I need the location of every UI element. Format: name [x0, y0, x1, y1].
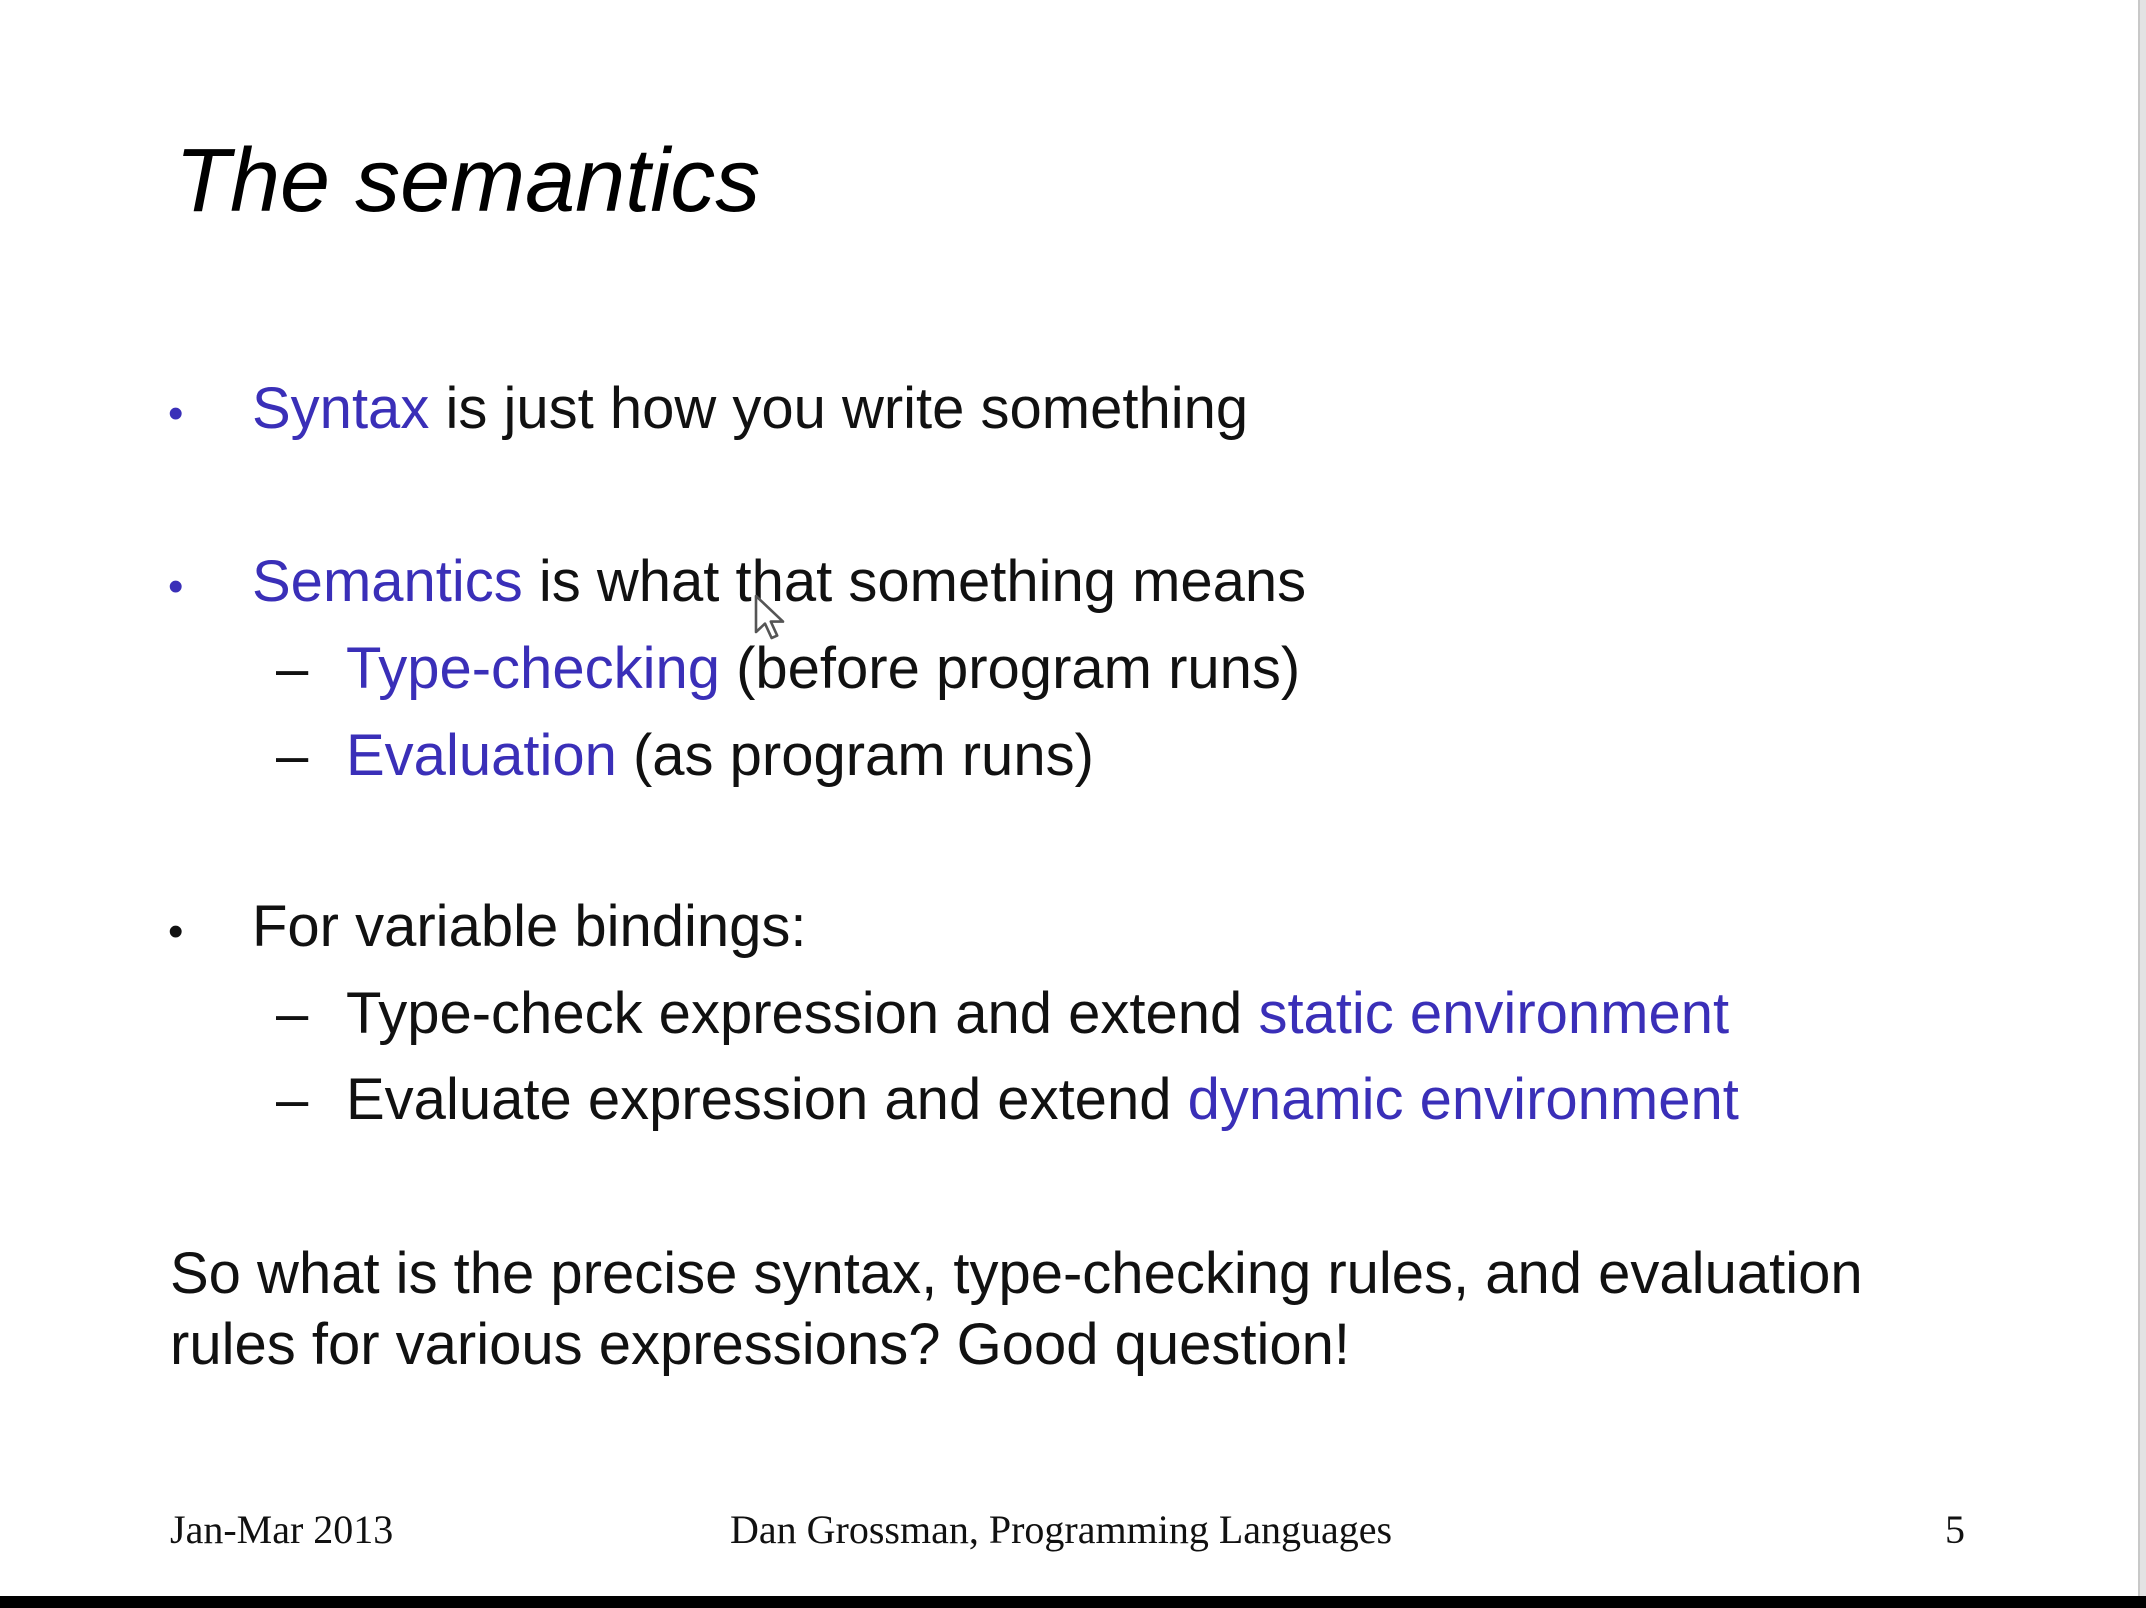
subitem-static-environment-text: Type-check expression and extend	[346, 981, 1259, 1046]
slide: The semantics • Syntax is just how you w…	[0, 0, 2146, 1596]
footer-course: Dan Grossman, Programming Languages	[730, 1507, 1393, 1552]
subitem-evaluation: Evaluation (as program runs)	[346, 727, 1094, 785]
subitem-type-checking: Type-checking (before program runs)	[346, 640, 1300, 698]
closing-line-2: rules for various expressions? Good ques…	[170, 1312, 1350, 1377]
sub-bullet-dash: –	[276, 636, 309, 701]
subitem-dynamic-environment-text: Evaluate expression and extend	[346, 1067, 1188, 1132]
slide-right-border	[2138, 0, 2146, 1596]
subitem-evaluation-text: (as program runs)	[616, 723, 1094, 788]
term-dynamic-environment: dynamic environment	[1187, 1067, 1739, 1132]
closing-line-1: So what is the precise syntax, type-chec…	[170, 1241, 1863, 1306]
footer-page-number: 5	[1945, 1507, 1965, 1552]
bullet-syntax-text: is just how you write something	[429, 376, 1249, 441]
bullet-variable-bindings: For variable bindings:	[252, 894, 807, 959]
sub-bullet-dash: –	[276, 981, 309, 1046]
bullet-marker: •	[168, 562, 184, 611]
term-evaluation: Evaluation	[346, 723, 617, 788]
term-static-environment: static environment	[1258, 981, 1730, 1046]
term-type-checking: Type-checking	[346, 636, 720, 701]
sub-bullet-dash: –	[276, 1067, 309, 1132]
slide-title: The semantics	[175, 131, 761, 231]
subitem-type-checking-text: (before program runs)	[719, 636, 1301, 701]
bottom-bar	[0, 1596, 2146, 1608]
mouse-pointer-icon	[754, 594, 785, 640]
subitem-static-environment: Type-check expression and extend static …	[346, 985, 1729, 1043]
bullet-semantics-text: is what that something means	[522, 549, 1307, 614]
subitem-dynamic-environment: Evaluate expression and extend dynamic e…	[346, 1071, 1739, 1129]
bullet-syntax: Syntax is just how you write something	[252, 380, 1248, 438]
bullet-marker: •	[168, 389, 184, 438]
footer-date: Jan-Mar 2013	[170, 1507, 394, 1552]
bullet-marker: •	[168, 907, 184, 956]
sub-bullet-dash: –	[276, 723, 309, 788]
term-semantics: Semantics	[252, 549, 523, 614]
term-syntax: Syntax	[252, 376, 430, 441]
